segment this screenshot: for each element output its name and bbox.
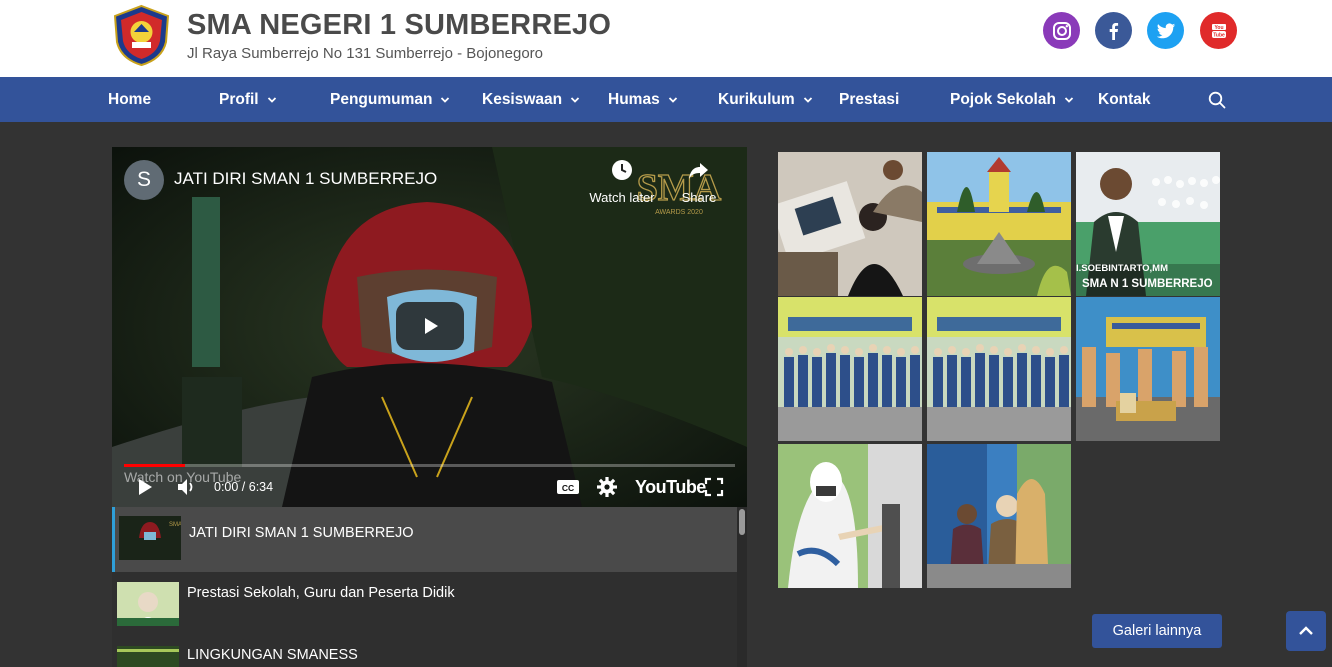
playlist-item-title: JATI DIRI SMAN 1 SUMBERREJO	[189, 525, 414, 541]
play-button[interactable]	[136, 475, 154, 499]
youtube-icon[interactable]: Tube You	[1200, 12, 1237, 49]
playlist-item-title: LINGKUNGAN SMANESS	[187, 647, 358, 663]
video-progress-bar[interactable]	[124, 464, 735, 467]
nav-prestasi[interactable]: Prestasi	[839, 77, 899, 122]
nav-kurikulum[interactable]: Kurikulum	[718, 77, 813, 122]
search-icon[interactable]	[1207, 90, 1227, 110]
nav-label: Kurikulum	[718, 90, 795, 108]
volume-button[interactable]	[176, 475, 198, 499]
gallery-photo[interactable]	[1076, 297, 1220, 441]
instagram-icon[interactable]	[1043, 12, 1080, 49]
nav-kesiswaan[interactable]: Kesiswaan	[482, 77, 580, 122]
chevron-down-icon	[668, 96, 677, 103]
nav-label: Kesiswaan	[482, 90, 563, 108]
video-title[interactable]: JATI DIRI SMAN 1 SUMBERREJO	[174, 169, 437, 189]
playlist-scrollbar-thumb[interactable]	[739, 509, 745, 535]
nav-label: Pojok Sekolah	[950, 90, 1056, 108]
nav-humas[interactable]: Humas	[608, 77, 678, 122]
gallery-photo[interactable]	[778, 444, 922, 588]
captions-button[interactable]: CC	[556, 475, 580, 499]
twitter-icon[interactable]	[1147, 12, 1184, 49]
share-label: Share	[681, 190, 717, 205]
nav-label: Prestasi	[839, 90, 900, 108]
svg-text:CC: CC	[562, 483, 574, 493]
gallery-photo[interactable]	[927, 444, 1071, 588]
svg-text:Tube: Tube	[1213, 32, 1225, 38]
youtube-logo[interactable]: YouTube	[635, 477, 706, 498]
fullscreen-icon	[704, 477, 724, 497]
video-thumbnail: SMA	[119, 516, 181, 560]
gear-icon	[597, 477, 617, 497]
playlist-item[interactable]: LINGKUNGAN SMANESS	[112, 646, 738, 667]
gallery-caption-school: SMA N 1 SUMBERREJO	[1082, 278, 1213, 290]
facebook-icon[interactable]	[1095, 12, 1132, 49]
share-button[interactable]: Share	[674, 159, 724, 205]
site-header: SMA NEGERI 1 SUMBERREJO Jl Raya Sumberre…	[0, 0, 1332, 77]
svg-text:You: You	[1214, 25, 1223, 31]
play-icon	[139, 479, 152, 495]
nav-kontak[interactable]: Kontak	[1098, 77, 1151, 122]
svg-text:SMA: SMA	[169, 522, 181, 528]
chevron-down-icon	[1064, 96, 1074, 103]
nav-home[interactable]: Home	[108, 77, 151, 122]
chevron-down-icon	[441, 96, 450, 103]
closed-captions-icon: CC	[557, 480, 579, 494]
chevron-down-icon	[803, 96, 812, 103]
nav-label: Humas	[608, 90, 660, 108]
chevron-up-icon	[1299, 626, 1313, 635]
volume-icon	[178, 479, 193, 495]
fullscreen-button[interactable]	[704, 475, 724, 499]
play-icon	[425, 318, 438, 334]
nav-pojok-sekolah[interactable]: Pojok Sekolah	[950, 77, 1074, 122]
video-thumbnail	[117, 646, 179, 667]
nav-label: Home	[108, 90, 152, 108]
site-title[interactable]: SMA NEGERI 1 SUMBERREJO	[187, 9, 611, 42]
video-playlist: SMA JATI DIRI SMAN 1 SUMBERREJO Prestasi…	[112, 507, 747, 667]
nav-label: Profil	[219, 90, 259, 108]
channel-avatar[interactable]: S	[124, 160, 164, 200]
more-gallery-button[interactable]: Galeri lainnya	[1092, 614, 1222, 648]
playlist-item-title: Prestasi Sekolah, Guru dan Peserta Didik	[187, 585, 455, 601]
nav-label: Kontak	[1098, 90, 1151, 108]
nav-pengumuman[interactable]: Pengumuman	[330, 77, 450, 122]
site-address: Jl Raya Sumberrejo No 131 Sumberrejo - B…	[187, 45, 544, 62]
clock-icon	[612, 160, 632, 180]
settings-button[interactable]	[596, 475, 618, 499]
playlist-item[interactable]: SMA JATI DIRI SMAN 1 SUMBERREJO	[112, 507, 738, 572]
chevron-down-icon	[571, 96, 580, 103]
photo-gallery: I.SOEBINTARTO,MM SMA N 1 SUMBERREJO	[778, 152, 1222, 589]
gallery-caption-name: I.SOEBINTARTO,MM	[1076, 263, 1169, 274]
video-player[interactable]: S JATI DIRI SMAN 1 SUMBERREJO SMA AWARDS…	[112, 147, 747, 507]
gallery-photo[interactable]: I.SOEBINTARTO,MM SMA N 1 SUMBERREJO	[1076, 152, 1220, 296]
watch-later-button[interactable]: Watch later	[586, 159, 658, 205]
share-arrow-icon	[689, 163, 708, 179]
video-time: 0:00 / 6:34	[214, 480, 274, 494]
playlist-item[interactable]: Prestasi Sekolah, Guru dan Peserta Didik	[112, 582, 738, 632]
video-thumbnail	[117, 582, 179, 626]
gallery-photo[interactable]	[927, 297, 1071, 441]
chevron-down-icon	[267, 96, 276, 103]
svg-text:AWARDS 2020: AWARDS 2020	[655, 209, 703, 216]
school-logo[interactable]	[110, 4, 173, 67]
video-progress-fill	[124, 464, 186, 467]
main-nav: Home Profil Pengumuman Kesiswaan Humas K…	[0, 77, 1332, 122]
gallery-photo[interactable]	[778, 152, 922, 296]
gallery-photo[interactable]	[927, 152, 1071, 296]
play-button-large[interactable]	[396, 302, 464, 350]
nav-profil[interactable]: Profil	[219, 77, 277, 122]
back-to-top-button[interactable]	[1286, 611, 1326, 651]
nav-label: Pengumuman	[330, 90, 433, 108]
gallery-photo[interactable]	[778, 297, 922, 441]
watch-later-label: Watch later	[589, 190, 655, 205]
